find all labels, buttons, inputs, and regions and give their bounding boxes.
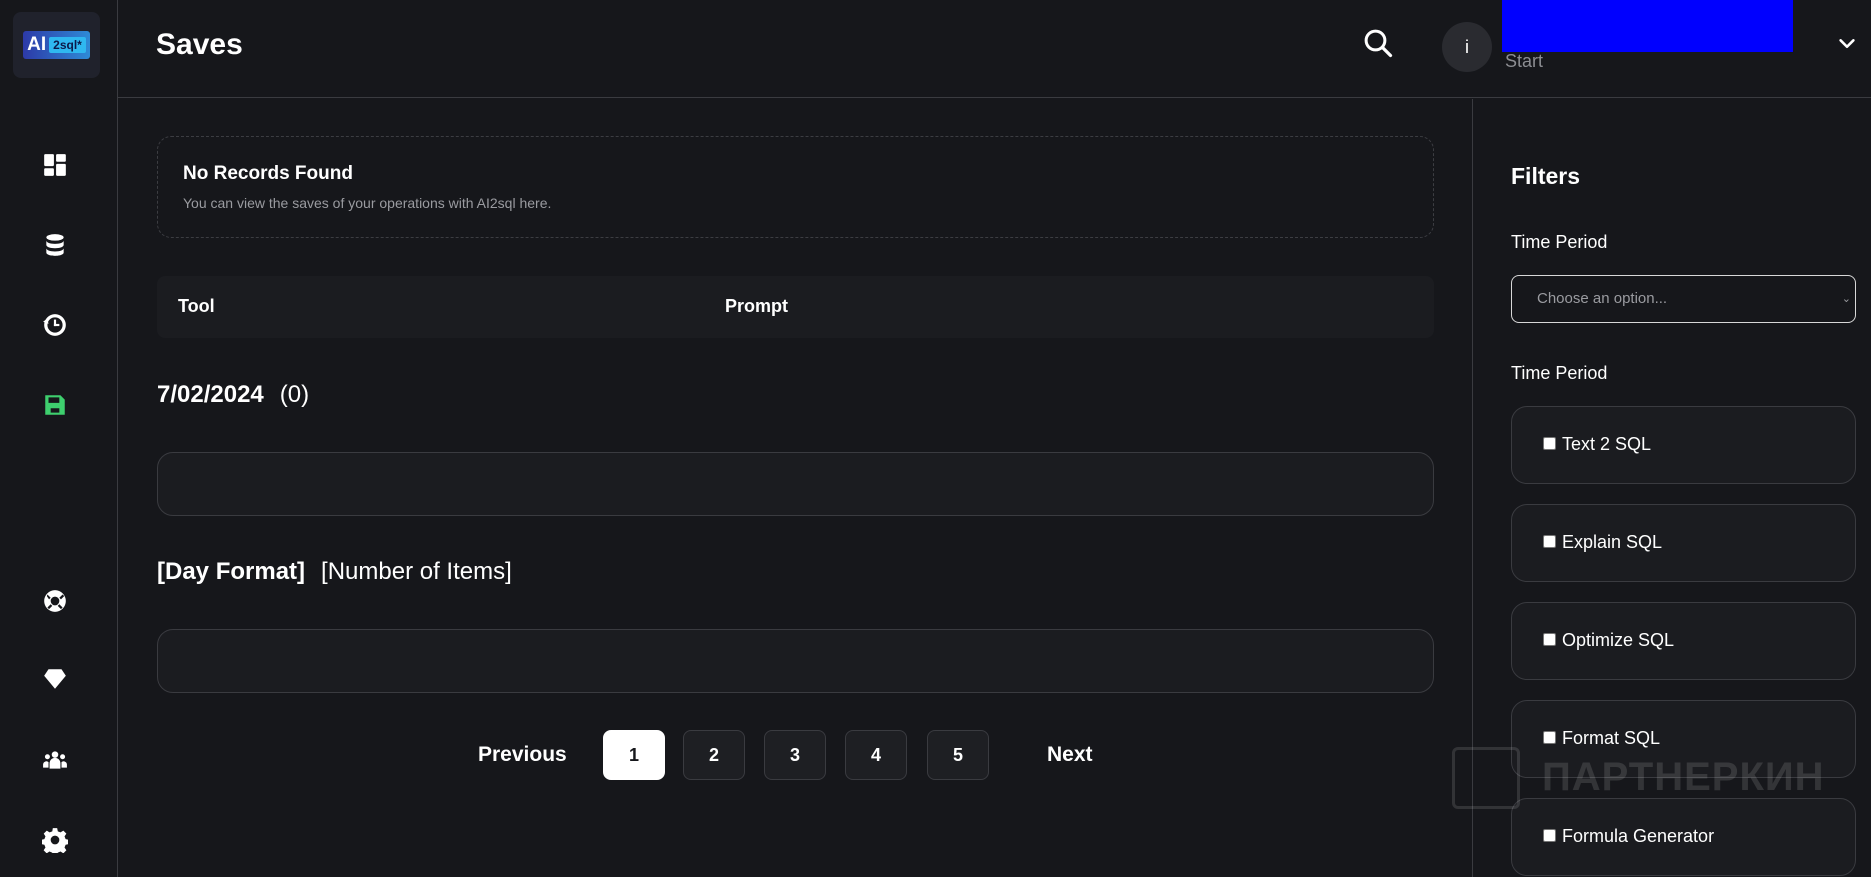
group-date: [Day Format]	[157, 558, 306, 585]
chevron-down-icon	[1839, 39, 1855, 49]
select-placeholder: Choose an option...	[1537, 290, 1668, 307]
search-icon	[1364, 29, 1393, 58]
filter-option-optimize-sql[interactable]: Optimize SQL	[1511, 602, 1856, 680]
page-button-5[interactable]: 5	[927, 730, 989, 780]
page-title: Saves	[156, 28, 243, 61]
checkbox[interactable]	[1543, 535, 1556, 548]
watermark: ПАРТНЕРКИН	[1452, 745, 1825, 825]
column-header-tool: Tool	[178, 296, 215, 316]
search-button[interactable]	[1363, 28, 1393, 58]
page-button-1[interactable]: 1	[603, 730, 665, 780]
save-icon	[45, 395, 65, 415]
tool-filter-label: Time Period	[1511, 363, 1608, 383]
diamond-icon	[44, 669, 66, 689]
filter-option-explain-sql[interactable]: Explain SQL	[1511, 504, 1856, 582]
sidebar: AI 2sql*	[0, 0, 118, 877]
gear-icon	[42, 828, 68, 853]
logo-sql-text: 2sql*	[49, 37, 86, 53]
sidebar-item-premium[interactable]	[41, 665, 69, 693]
support-icon	[44, 590, 66, 612]
group-count: [Number of Items]	[321, 558, 512, 585]
sidebar-item-support[interactable]	[41, 587, 69, 615]
page-button-2[interactable]: 2	[683, 730, 745, 780]
list-item[interactable]	[157, 629, 1434, 693]
sidebar-item-database[interactable]	[41, 231, 69, 259]
checkbox[interactable]	[1543, 731, 1556, 744]
chevron-down-icon: ⌄	[1841, 293, 1851, 305]
saves-content: No Records Found You can view the saves …	[118, 99, 1472, 877]
sidebar-item-history[interactable]	[41, 311, 69, 339]
page-button-4[interactable]: 4	[845, 730, 907, 780]
filter-option-label: Explain SQL	[1562, 532, 1663, 552]
logo-mark: AI 2sql*	[23, 31, 90, 59]
empty-state-title: No Records Found	[183, 163, 353, 184]
top-header: Saves i Start	[118, 0, 1871, 98]
filter-option-label: Optimize SQL	[1562, 630, 1675, 650]
group-date: 7/02/2024	[157, 381, 264, 408]
time-period-label: Time Period	[1511, 232, 1608, 252]
database-icon	[46, 234, 64, 256]
column-header-prompt: Prompt	[725, 296, 788, 316]
watermark-logo	[1452, 747, 1520, 809]
user-menu-toggle[interactable]	[1836, 33, 1858, 55]
filter-option-label: Formula Generator	[1562, 826, 1715, 846]
list-item[interactable]	[157, 452, 1434, 516]
sidebar-item-settings[interactable]	[41, 826, 69, 854]
empty-state: No Records Found You can view the saves …	[157, 136, 1434, 238]
filter-option-text-2-sql[interactable]: Text 2 SQL	[1511, 406, 1856, 484]
next-page-button[interactable]: Next	[1047, 743, 1093, 767]
filter-option-label: Text 2 SQL	[1562, 434, 1652, 454]
empty-state-description: You can view the saves of your operation…	[183, 195, 552, 211]
watermark-text: ПАРТНЕРКИН	[1542, 755, 1825, 799]
date-group-heading: [Day Format] [Number of Items]	[157, 558, 512, 586]
sidebar-item-saves[interactable]	[41, 391, 69, 419]
user-name-block	[1502, 0, 1793, 52]
page-button-3[interactable]: 3	[764, 730, 826, 780]
filters-title: Filters	[1511, 163, 1581, 189]
date-group-heading: 7/02/2024 (0)	[157, 381, 309, 409]
group-count: (0)	[279, 381, 310, 408]
table-header: Tool Prompt	[157, 276, 1434, 338]
app-logo[interactable]: AI 2sql*	[13, 12, 100, 78]
user-plan-label: Start	[1505, 51, 1544, 71]
team-icon	[43, 751, 67, 769]
history-icon	[43, 314, 66, 336]
sidebar-item-dashboard[interactable]	[41, 151, 69, 179]
logo-ai-text: AI	[27, 34, 47, 55]
sidebar-item-team[interactable]	[41, 746, 69, 774]
avatar[interactable]: i	[1442, 22, 1492, 72]
checkbox[interactable]	[1543, 633, 1556, 646]
time-period-select[interactable]: Choose an option... ⌄	[1511, 275, 1856, 323]
pagination: Previous 1 2 3 4 5 Next	[118, 730, 1472, 780]
previous-page-button[interactable]: Previous	[478, 743, 567, 767]
checkbox[interactable]	[1543, 437, 1556, 450]
checkbox[interactable]	[1543, 829, 1556, 842]
dashboard-icon	[44, 154, 66, 176]
